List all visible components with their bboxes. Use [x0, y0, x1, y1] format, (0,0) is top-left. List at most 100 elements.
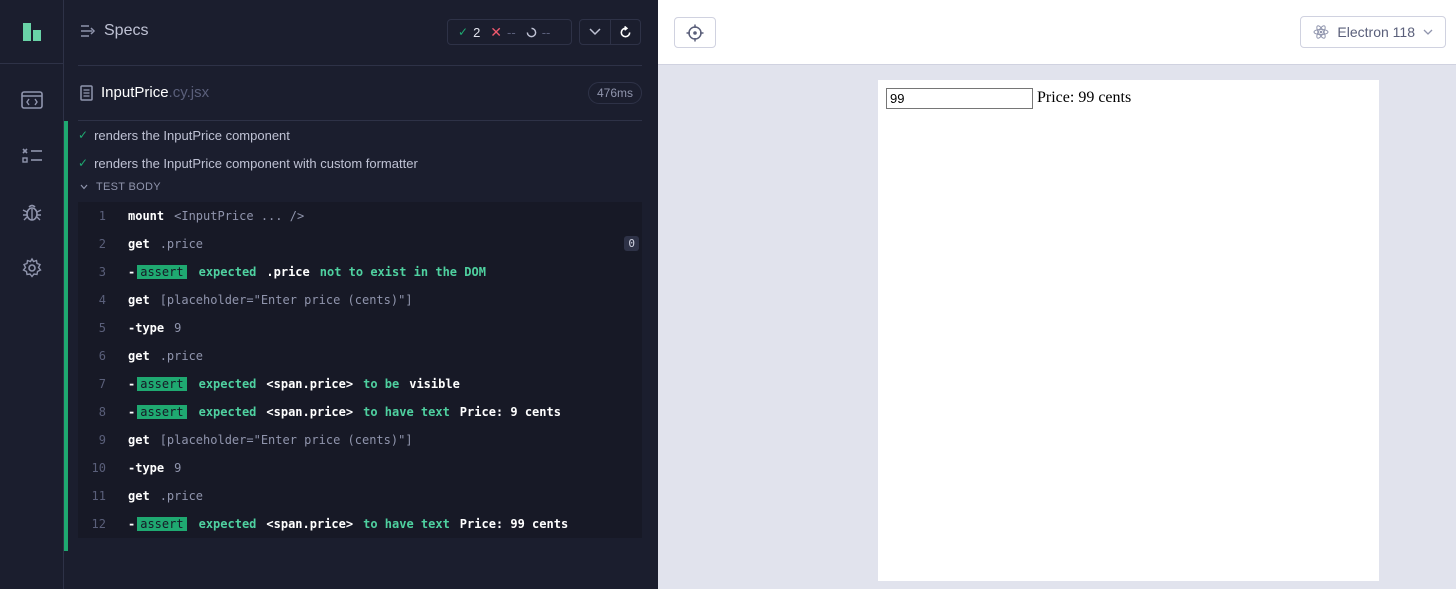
command-message: [placeholder="Enter price (cents)"] [159, 293, 413, 307]
run-controls [579, 19, 641, 45]
assert-badge: assert [137, 405, 187, 419]
preview-toolbar: Electron 118 [658, 0, 1456, 65]
check-icon: ✓ [78, 156, 89, 170]
pending-stat: -- [526, 25, 550, 40]
command-name: get [128, 489, 150, 503]
assert-badge: assert [137, 265, 187, 279]
assert-message-part: to have text [363, 517, 450, 531]
command-number: 8 [98, 405, 106, 419]
command-number: 4 [98, 293, 106, 307]
chevron-down-icon [80, 184, 88, 190]
child-dash: - [128, 517, 136, 531]
specs-toggle[interactable]: Specs [80, 22, 148, 40]
assert-message-part: expected [198, 377, 257, 391]
test-body-toggle[interactable]: TEST BODY [80, 181, 161, 193]
assert-message-part: to be [363, 377, 400, 391]
pending-icon [526, 27, 537, 37]
command-message: 9 [174, 461, 182, 475]
command-message: .price [159, 237, 204, 251]
command-name: get [128, 293, 150, 307]
browser-label: Electron 118 [1337, 24, 1415, 40]
browser-selector[interactable]: Electron 118 [1300, 16, 1446, 48]
command-name: get [128, 237, 150, 251]
check-icon: ✓ [78, 128, 89, 142]
command-row[interactable]: 1 mount <InputPrice ... /> [78, 202, 642, 230]
test-stats: ✓ 2 ✕ -- -- [447, 19, 572, 45]
document-icon [80, 84, 93, 101]
child-dash: - [128, 405, 136, 419]
chevron-down-icon [1423, 29, 1433, 35]
command-number: 7 [98, 377, 106, 391]
command-number: 9 [98, 433, 106, 447]
command-number: 5 [98, 321, 106, 335]
assert-message-part: visible [409, 377, 460, 391]
specs-list-icon [81, 25, 96, 37]
command-row[interactable]: 5 - type 9 [78, 314, 642, 342]
command-number: 11 [91, 489, 106, 503]
child-dash: - [128, 461, 136, 475]
price-input[interactable] [886, 88, 1033, 109]
collapse-button[interactable] [580, 20, 610, 44]
crosshair-icon [686, 24, 704, 41]
spec-file-name: InputPrice .cy.jsx [80, 84, 209, 101]
command-row[interactable]: 8 - assert expected <span.price> to have text… [78, 398, 642, 426]
command-message: [placeholder="Enter price (cents)"] [159, 433, 413, 447]
command-name: get [128, 349, 150, 363]
command-row[interactable]: 2 get .price 0 [78, 230, 642, 258]
command-row[interactable]: 3 - assert expected .price not to exist in th… [78, 258, 642, 286]
child-dash: - [128, 321, 136, 335]
assert-badge: assert [137, 377, 187, 391]
assert-message-part: Price: 9 cents [459, 405, 561, 419]
failed-stat: ✕ -- [490, 24, 515, 41]
assert-message-part: not to exist in the DOM [319, 265, 486, 279]
command-number: 3 [98, 265, 106, 279]
command-row[interactable]: 11 get .price [78, 482, 642, 510]
command-row[interactable]: 4 get [placeholder="Enter price (cents)"] [78, 286, 642, 314]
command-row[interactable]: 7 - assert expected <span.price> to be visible [78, 370, 642, 398]
test-title: renders the InputPrice component with cu… [94, 155, 418, 171]
debug-nav-button[interactable] [0, 184, 64, 240]
test-title: renders the InputPrice component [94, 127, 290, 143]
runs-nav-button[interactable] [0, 128, 64, 184]
assert-message-part: expected [198, 405, 257, 419]
gear-icon [22, 257, 42, 278]
command-number: 12 [91, 517, 106, 531]
app-preview: Electron 118 Price: 99 cents [658, 0, 1456, 589]
command-message: 9 [174, 321, 182, 335]
command-message: .price [159, 349, 204, 363]
command-log: 1 mount <InputPrice ... /> 2 get .price 0 3- ass… [78, 202, 642, 538]
assert-message-part: <span.price> [266, 377, 354, 391]
cypress-logo[interactable] [0, 0, 64, 64]
command-message: .price [159, 489, 204, 503]
electron-icon [1313, 25, 1329, 39]
command-row[interactable]: 12 - assert expected <span.price> to have tex… [78, 510, 642, 538]
code-window-icon [21, 91, 43, 109]
refresh-icon [620, 25, 631, 37]
assert-message-part: expected [198, 265, 257, 279]
specs-nav-button[interactable] [0, 72, 64, 128]
child-dash: - [128, 377, 136, 391]
file-base-name: InputPrice [101, 84, 169, 101]
selector-playground-button[interactable] [674, 17, 716, 48]
bug-icon [22, 204, 42, 221]
command-row[interactable]: 9 get [placeholder="Enter price (cents)"] [78, 426, 642, 454]
test-item[interactable]: ✓ renders the InputPrice component with … [78, 153, 418, 173]
rerun-button[interactable] [609, 20, 640, 44]
command-name: get [128, 433, 150, 447]
settings-nav-button[interactable] [0, 240, 64, 296]
command-number: 2 [98, 237, 106, 251]
test-body-label: TEST BODY [96, 181, 161, 193]
reporter-panel: Specs ✓ 2 ✕ -- -- InputPrice .cy.jsx 476… [64, 0, 658, 589]
spec-file-row[interactable]: InputPrice .cy.jsx 476ms [78, 65, 642, 121]
failed-count: -- [507, 24, 516, 40]
test-item[interactable]: ✓ renders the InputPrice component [78, 125, 290, 145]
specs-title: Specs [104, 22, 149, 39]
command-number: 10 [91, 461, 106, 475]
check-icon: ✓ [458, 25, 469, 39]
command-row[interactable]: 10 - type 9 [78, 454, 642, 482]
x-icon: ✕ [490, 23, 503, 40]
command-row[interactable]: 6 get .price [78, 342, 642, 370]
assert-message-part: <span.price> [266, 517, 354, 531]
chevron-down-icon [589, 28, 601, 36]
duration-badge: 476ms [587, 82, 642, 104]
